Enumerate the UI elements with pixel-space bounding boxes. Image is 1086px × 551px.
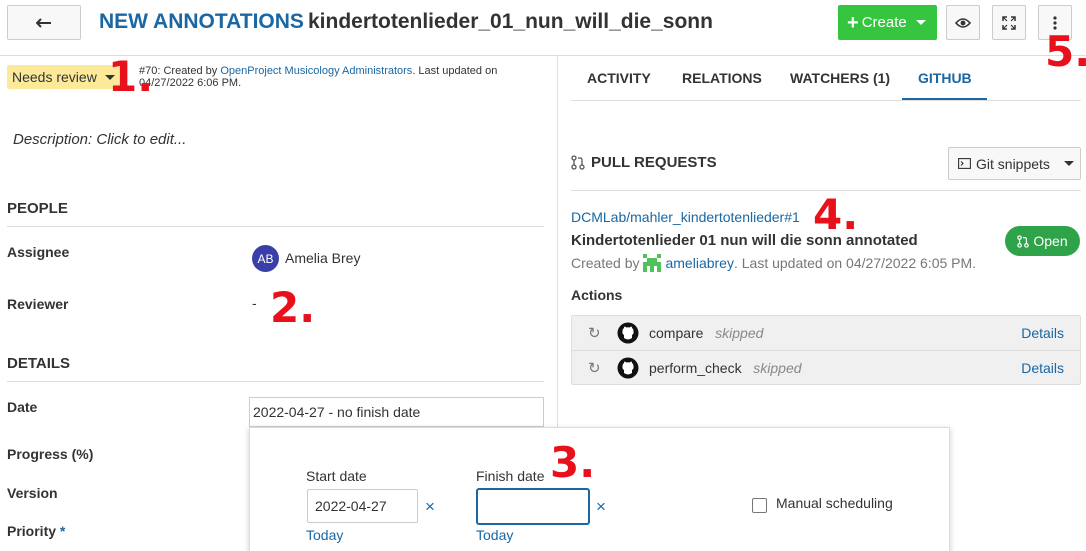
- action-status: skipped: [753, 359, 802, 376]
- clear-finish-date-icon[interactable]: ×: [596, 497, 606, 517]
- fullscreen-icon: [1002, 15, 1016, 30]
- priority-label: Priority *: [7, 523, 65, 539]
- details-section-title: Details: [7, 355, 71, 372]
- annotation-marker-1: 1.: [108, 52, 154, 101]
- header-divider: [0, 55, 1086, 56]
- finish-today-link[interactable]: Today: [476, 527, 513, 543]
- manual-scheduling-label[interactable]: Manual scheduling: [776, 495, 893, 511]
- status-label: Needs review: [12, 69, 97, 85]
- reviewer-label: Reviewer: [7, 296, 69, 312]
- tab-github[interactable]: GitHub: [918, 70, 972, 86]
- chevron-down-icon: [915, 20, 926, 25]
- section-divider: [7, 226, 544, 227]
- pull-request-title: Kindertotenlieder 01 nun will die sonn a…: [571, 232, 918, 249]
- refresh-icon: ↻: [588, 325, 601, 342]
- start-today-link[interactable]: Today: [306, 527, 343, 543]
- finish-date-label: Finish date: [476, 468, 545, 484]
- date-label: Date: [7, 399, 38, 415]
- watch-button[interactable]: [946, 5, 980, 40]
- git-snippets-label: Git snippets: [976, 155, 1050, 172]
- code-icon: [958, 158, 971, 169]
- avatar-initials: AB: [257, 251, 274, 266]
- pull-request-icon: [571, 155, 585, 170]
- fullscreen-button[interactable]: [992, 5, 1026, 40]
- annotation-marker-2: 2.: [270, 283, 316, 332]
- author-link[interactable]: OpenProject Musicology Administrators: [220, 65, 412, 77]
- pull-request-meta: Created by ameliabrey. Last updated on 0…: [571, 254, 976, 272]
- finish-date-input[interactable]: [476, 488, 590, 525]
- tab-watchers[interactable]: Watchers (1): [790, 70, 890, 86]
- page-title[interactable]: kindertotenlieder_01_nun_will_die_sonn: [308, 10, 713, 34]
- tab-activity[interactable]: Activity: [587, 70, 651, 86]
- start-date-input[interactable]: [307, 489, 418, 523]
- action-name: compare skipped: [649, 325, 763, 341]
- people-section-title: People: [7, 200, 68, 217]
- action-name-text: compare: [649, 325, 704, 341]
- github-icon: [617, 357, 639, 378]
- pr-updated: . Last updated on 04/27/2022 6:05 PM.: [733, 255, 977, 271]
- git-snippets-button[interactable]: Git snippets: [948, 147, 1081, 180]
- assignee-label: Assignee: [7, 244, 70, 260]
- status-dropdown[interactable]: Needs review: [7, 65, 121, 89]
- annotation-marker-3: 3.: [550, 438, 596, 487]
- plus-icon: +: [847, 11, 859, 34]
- action-name: perform_check skipped: [649, 360, 802, 376]
- chevron-down-icon: [1063, 161, 1074, 166]
- clear-start-date-icon[interactable]: ×: [425, 497, 435, 517]
- action-row: ↻ perform_check skipped Details: [572, 350, 1080, 384]
- date-picker-popover: Start date × Today Finish date × Today M…: [249, 427, 950, 551]
- created-by-label: Created by: [571, 255, 640, 271]
- progress-label: Progress (%): [7, 446, 94, 462]
- annotation-marker-4: 4.: [813, 190, 859, 239]
- user-identicon: [643, 254, 662, 272]
- github-icon: [617, 322, 639, 344]
- action-row: ↻ compare skipped Details: [572, 316, 1080, 350]
- actions-list: ↻ compare skipped Details ↻ perform_chec…: [571, 315, 1081, 385]
- pr-state-label: Open: [1033, 233, 1068, 249]
- action-details-link[interactable]: Details: [1021, 360, 1064, 376]
- eye-icon: [955, 17, 971, 28]
- reviewer-value[interactable]: -: [252, 295, 257, 311]
- pull-request-icon: [1017, 234, 1030, 248]
- avatar[interactable]: AB: [252, 245, 279, 272]
- create-button-label: Create: [861, 14, 907, 31]
- back-button[interactable]: [7, 5, 81, 40]
- manual-scheduling-checkbox[interactable]: [752, 498, 767, 513]
- pull-request-link[interactable]: DCMLab/mahler_kindertotenlieder#1: [571, 209, 800, 225]
- create-button[interactable]: + Create: [838, 5, 937, 40]
- work-package-meta: #70: Created by OpenProject Musicology A…: [139, 65, 519, 89]
- action-status: skipped: [715, 325, 764, 341]
- pull-requests-title: Pull requests: [591, 154, 717, 171]
- work-package-type: New annotations: [99, 10, 304, 33]
- assignee-value[interactable]: Amelia Brey: [285, 250, 360, 266]
- refresh-icon: ↻: [588, 359, 601, 377]
- annotation-marker-5: 5.: [1045, 27, 1086, 76]
- actions-label: Actions: [571, 287, 623, 303]
- description-field[interactable]: Description: Click to edit...: [13, 131, 186, 148]
- section-divider: [7, 381, 544, 382]
- required-mark: *: [59, 523, 66, 539]
- tabs-divider: [571, 100, 1081, 101]
- pull-requests-heading: Pull requests: [571, 154, 717, 171]
- priority-label-text: Priority: [7, 523, 57, 539]
- action-name-text: perform_check: [649, 359, 742, 376]
- tab-relations[interactable]: Relations: [682, 70, 762, 86]
- date-field[interactable]: 2022-04-27 - no finish date: [249, 397, 544, 427]
- pr-author-link[interactable]: ameliabrey: [665, 255, 733, 271]
- pr-state-badge: Open: [1005, 226, 1080, 256]
- start-date-label: Start date: [306, 468, 367, 484]
- action-details-link[interactable]: Details: [1021, 325, 1064, 341]
- arrow-left-icon: [36, 17, 51, 28]
- version-label: Version: [7, 485, 58, 501]
